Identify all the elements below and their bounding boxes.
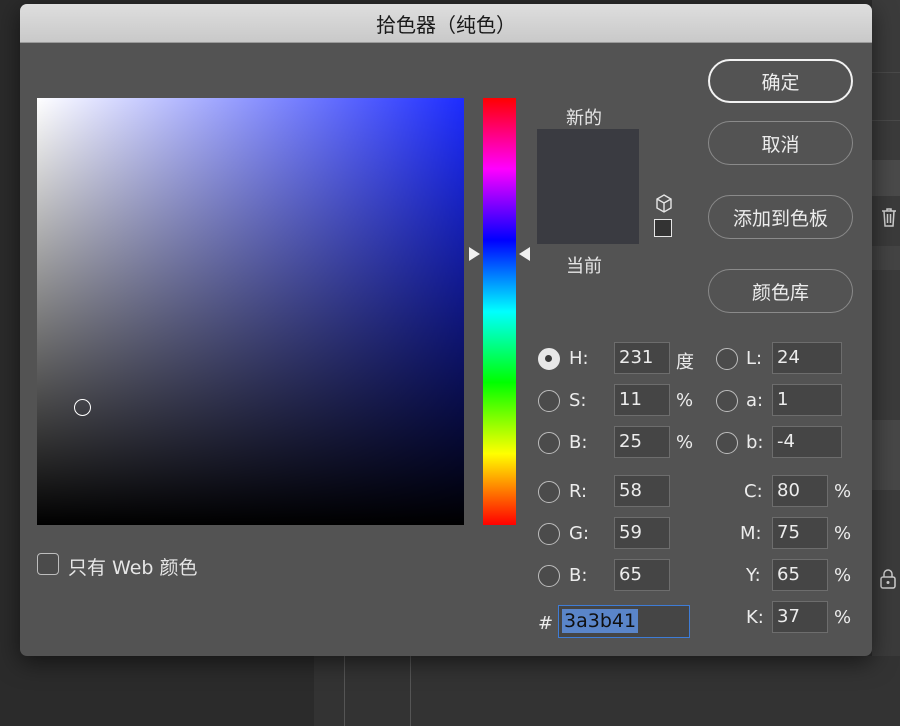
cyan-input[interactable]: 80 — [772, 475, 828, 507]
lab-b-radio[interactable] — [716, 432, 738, 454]
cube-icon[interactable] — [654, 193, 674, 215]
green-input[interactable]: 59 — [614, 517, 670, 549]
background-panel — [872, 0, 900, 726]
lab-b-input[interactable]: -4 — [772, 426, 842, 458]
hue-label: H: — [569, 348, 589, 369]
green-label: G: — [569, 523, 590, 544]
current-color-label: 当前 — [566, 256, 602, 277]
saturation-label: S: — [569, 390, 587, 411]
color-field-cursor[interactable] — [74, 399, 91, 416]
hex-input[interactable]: 3a3b41 — [558, 605, 690, 638]
brightness-radio[interactable] — [538, 432, 560, 454]
red-input[interactable]: 58 — [614, 475, 670, 507]
hex-label: # — [538, 613, 554, 634]
green-radio[interactable] — [538, 523, 560, 545]
square-icon[interactable] — [654, 219, 672, 237]
color-picker-dialog: 拾色器（纯色） 新的 当前 确定 取消 添加到色板 颜色库 H: 231 度 S… — [20, 4, 872, 656]
add-to-swatches-button[interactable]: 添加到色板 — [708, 195, 853, 239]
yellow-unit: % — [834, 565, 852, 586]
background-divider — [872, 120, 900, 121]
red-radio[interactable] — [538, 481, 560, 503]
background-divider — [344, 656, 345, 726]
lab-a-input[interactable]: 1 — [772, 384, 842, 416]
cyan-label: C: — [744, 481, 763, 502]
yellow-input[interactable]: 65 — [772, 559, 828, 591]
dialog-title: 拾色器（纯色） — [20, 4, 872, 43]
web-colors-only-checkbox[interactable] — [37, 553, 59, 575]
blue-input[interactable]: 65 — [614, 559, 670, 591]
web-colors-only-label[interactable]: 只有 Web 颜色 — [68, 553, 198, 580]
hex-value: 3a3b41 — [562, 609, 639, 633]
yellow-label: Y: — [746, 565, 761, 586]
brightness-label: B: — [569, 432, 588, 453]
lab-a-label: a: — [746, 390, 764, 411]
magenta-input[interactable]: 75 — [772, 517, 828, 549]
hue-slider-left-arrow[interactable] — [469, 247, 480, 261]
hue-radio[interactable] — [538, 348, 560, 370]
cancel-button[interactable]: 取消 — [708, 121, 853, 165]
hue-slider[interactable] — [483, 98, 516, 525]
saturation-unit: % — [676, 390, 694, 411]
black-unit: % — [834, 607, 852, 628]
background-divider — [872, 72, 900, 73]
hue-input[interactable]: 231 — [614, 342, 670, 374]
saturation-input[interactable]: 11 — [614, 384, 670, 416]
blue-radio[interactable] — [538, 565, 560, 587]
background-row — [872, 160, 900, 196]
lock-icon[interactable] — [878, 568, 898, 595]
background-row — [872, 246, 900, 270]
ok-button[interactable]: 确定 — [708, 59, 853, 103]
saturation-radio[interactable] — [538, 390, 560, 412]
hue-slider-right-arrow[interactable] — [519, 247, 530, 261]
magenta-unit: % — [834, 523, 852, 544]
lab-a-radio[interactable] — [716, 390, 738, 412]
background-row — [872, 420, 900, 490]
hue-unit: 度 — [676, 352, 694, 373]
black-input[interactable]: 37 — [772, 601, 828, 633]
color-libraries-button[interactable]: 颜色库 — [708, 269, 853, 313]
trash-icon[interactable] — [879, 206, 899, 233]
lab-l-radio[interactable] — [716, 348, 738, 370]
brightness-unit: % — [676, 432, 694, 453]
magenta-label: M: — [740, 523, 762, 544]
lab-l-label: L: — [746, 348, 763, 369]
background-divider — [410, 656, 411, 726]
color-preview-swatch — [537, 129, 639, 244]
blue-label: B: — [569, 565, 588, 586]
new-color-label: 新的 — [566, 108, 602, 129]
lab-l-input[interactable]: 24 — [772, 342, 842, 374]
brightness-input[interactable]: 25 — [614, 426, 670, 458]
black-label: K: — [746, 607, 764, 628]
background-bottom-panel — [314, 656, 900, 726]
cyan-unit: % — [834, 481, 852, 502]
lab-b-label: b: — [746, 432, 764, 453]
red-label: R: — [569, 481, 588, 502]
color-field[interactable] — [37, 98, 464, 525]
